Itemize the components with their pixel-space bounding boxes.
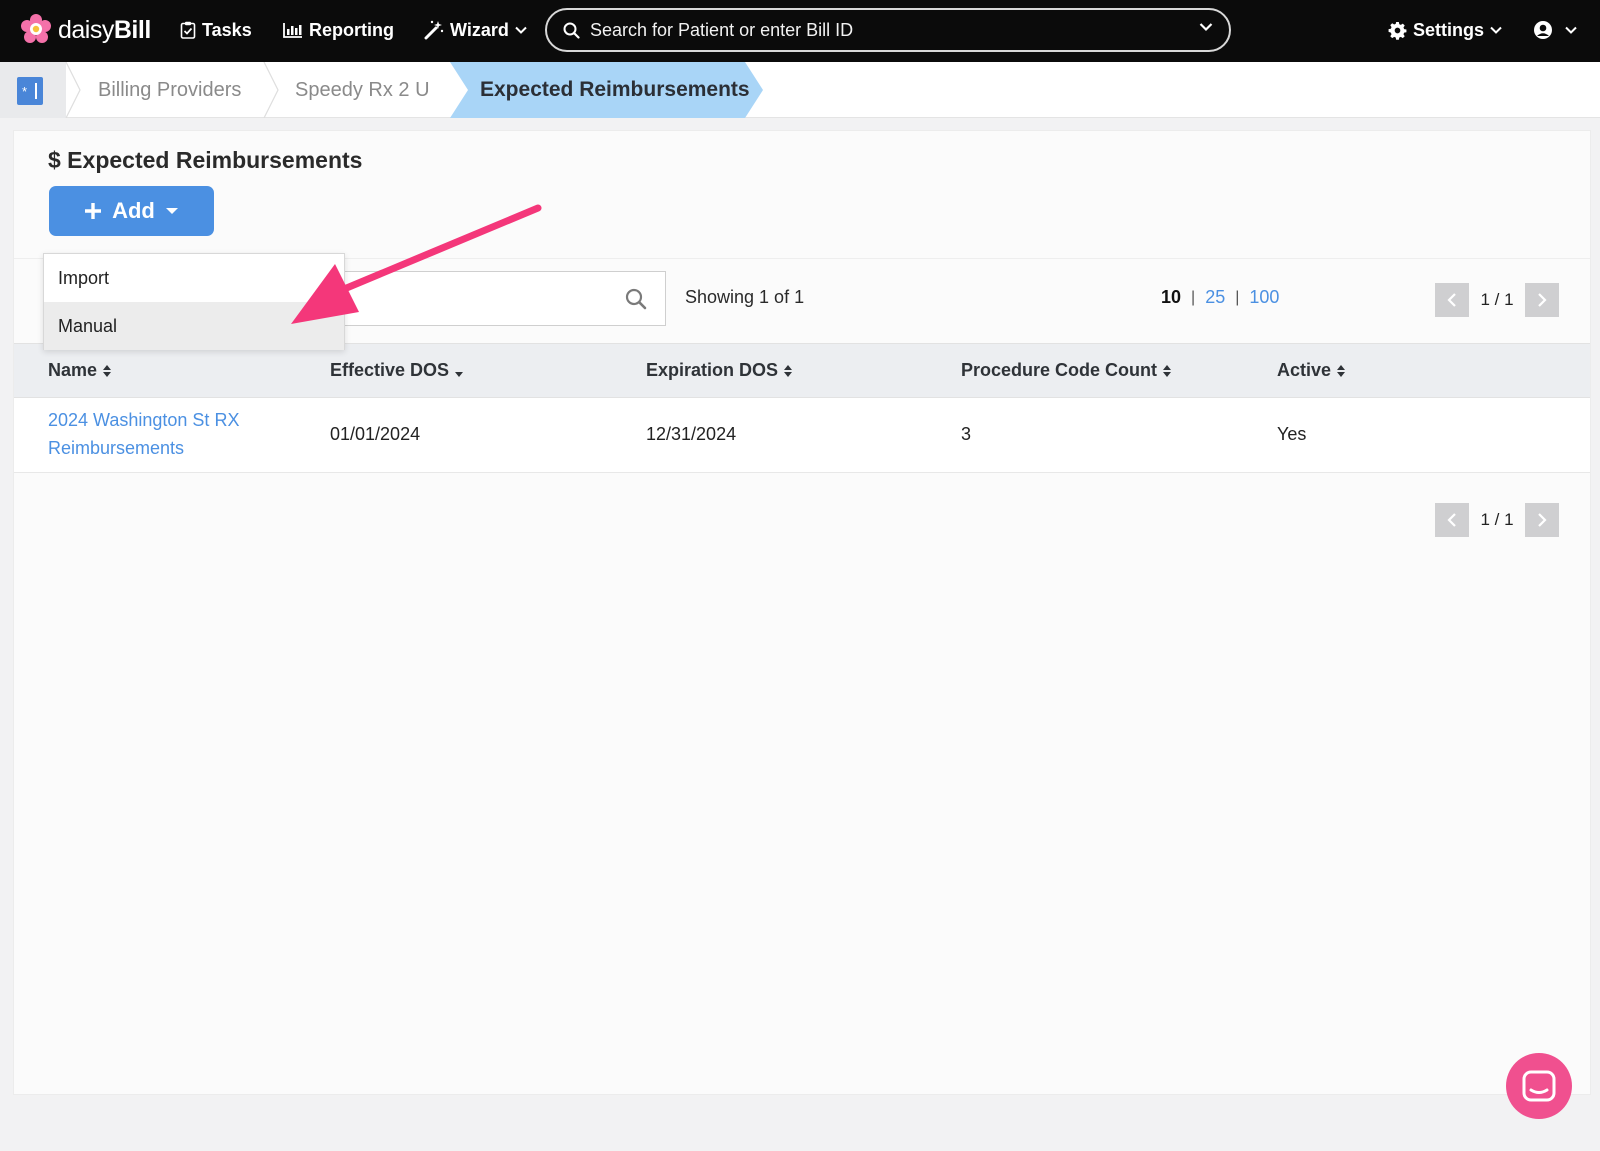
clipboard-check-icon	[180, 21, 196, 39]
next-page-button[interactable]	[1525, 503, 1559, 537]
add-button-label: Add	[112, 198, 155, 223]
global-search[interactable]	[545, 8, 1231, 52]
nav-reporting[interactable]: Reporting	[283, 17, 394, 43]
next-page-button[interactable]	[1525, 283, 1559, 317]
column-name[interactable]: Name	[48, 360, 112, 381]
svg-text:*: *	[22, 84, 27, 99]
sort-icon	[103, 364, 112, 377]
bar-chart-icon	[283, 23, 302, 38]
column-active[interactable]: Active	[1277, 360, 1346, 381]
page-size-100[interactable]: 100	[1249, 287, 1279, 308]
nav-settings[interactable]: Settings	[1388, 17, 1502, 43]
brand-wordmark: daisyBill	[58, 15, 151, 44]
breadcrumb-current-label: Expected Reimbursements	[480, 78, 750, 101]
chevron-left-icon	[1447, 293, 1456, 307]
pager-bottom: 1 / 1	[1435, 503, 1559, 537]
chat-bubble-icon	[1522, 1070, 1556, 1102]
procedure-count-cell: 3	[961, 424, 972, 444]
nav-settings-label: Settings	[1413, 19, 1485, 40]
breadcrumb-billing-providers[interactable]: Billing Providers	[98, 62, 241, 118]
sort-icon	[1163, 364, 1172, 377]
chevron-left-icon	[1447, 513, 1456, 527]
plus-icon	[85, 203, 102, 219]
page-title: $ Expected Reimbursements	[48, 147, 363, 173]
table-header: Name Effective DOS Expiration DOS Proced…	[14, 343, 1590, 398]
daisy-flower-icon	[21, 14, 51, 43]
breadcrumb-current: Expected Reimbursements	[450, 62, 765, 118]
nav-wizard-label: Wizard	[450, 19, 509, 40]
sort-icon	[784, 364, 793, 377]
prev-page-button[interactable]	[1435, 503, 1469, 537]
provider-book-icon: *	[17, 77, 43, 105]
page-size-25[interactable]: 25	[1205, 287, 1225, 308]
column-expiration-dos[interactable]: Expiration DOS	[646, 360, 793, 381]
chevron-down-icon	[1565, 26, 1577, 34]
chevron-down-icon[interactable]	[1199, 22, 1213, 32]
column-effective-dos[interactable]: Effective DOS	[330, 360, 464, 381]
brand-logo[interactable]: daisyBill	[20, 13, 151, 47]
chevron-down-icon	[1490, 26, 1502, 34]
showing-count: Showing 1 of 1	[685, 287, 805, 307]
breadcrumb-separator	[263, 62, 279, 118]
pager-top: 1 / 1	[1435, 283, 1559, 317]
caret-down-icon	[165, 208, 178, 214]
page-indicator: 1 / 1	[1480, 290, 1514, 309]
chevron-right-icon	[1538, 293, 1547, 307]
add-button[interactable]: Add	[49, 186, 214, 236]
column-procedure-code-count[interactable]: Procedure Code Count	[961, 360, 1172, 381]
page-indicator: 1 / 1	[1480, 510, 1514, 529]
page-size-selector: 10 | 25 | 100	[1161, 287, 1279, 308]
page-size-divider: |	[1235, 288, 1240, 306]
reimbursement-name-link[interactable]: 2024 Washington St RX Reimbursements	[48, 406, 239, 462]
search-icon	[563, 22, 580, 39]
active-cell: Yes	[1277, 424, 1307, 444]
breadcrumb-speedy-rx[interactable]: Speedy Rx 2 U	[295, 62, 430, 118]
magic-wand-icon	[424, 20, 444, 40]
search-icon[interactable]	[625, 288, 647, 310]
chevron-down-icon	[515, 26, 527, 34]
annotation-arrow	[291, 204, 542, 324]
chevron-right-icon	[1538, 513, 1547, 527]
sort-icon	[1337, 364, 1346, 377]
nav-tasks[interactable]: Tasks	[180, 17, 252, 43]
expiration-dos-cell: 12/31/2024	[646, 424, 737, 444]
prev-page-button[interactable]	[1435, 283, 1469, 317]
page-size-divider: |	[1191, 288, 1196, 306]
effective-dos-cell: 01/01/2024	[330, 424, 421, 444]
search-input[interactable]	[590, 19, 1170, 41]
user-circle-icon	[1534, 21, 1552, 39]
page-size-current: 10	[1161, 287, 1182, 307]
chat-launcher-button[interactable]	[1506, 1053, 1572, 1119]
breadcrumb: * Billing Providers Speedy Rx 2 U Expect…	[0, 62, 1600, 118]
breadcrumb-separator	[65, 62, 81, 118]
nav-reporting-label: Reporting	[309, 19, 394, 40]
user-menu[interactable]	[1533, 17, 1577, 43]
top-nav: daisyBill Tasks Reporting Wizard Setting…	[0, 0, 1600, 62]
nav-tasks-label: Tasks	[202, 19, 252, 40]
breadcrumb-home[interactable]: *	[0, 62, 66, 118]
sort-desc-icon	[455, 371, 464, 377]
nav-wizard[interactable]: Wizard	[424, 17, 527, 43]
table-row: 2024 Washington St RX Reimbursements 01/…	[14, 398, 1590, 473]
gear-icon	[1388, 21, 1407, 40]
